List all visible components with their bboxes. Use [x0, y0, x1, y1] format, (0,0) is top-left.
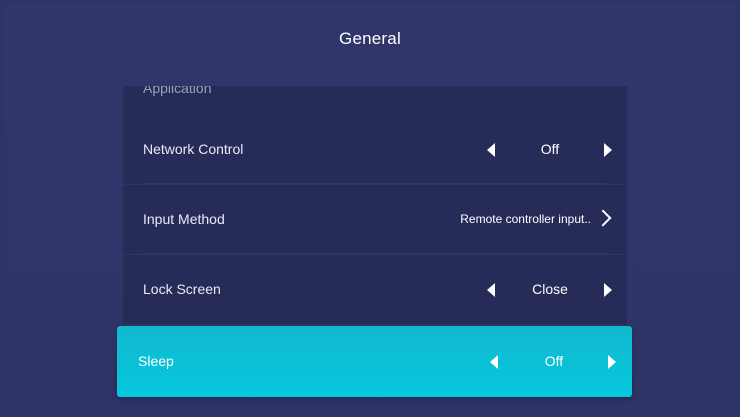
list-item-input-method[interactable]: Input Method Remote controller input.. — [123, 185, 627, 254]
list-item-lock-screen[interactable]: Lock Screen Close — [123, 255, 627, 324]
list-item-label: Sleep — [138, 353, 174, 369]
triangle-left-icon[interactable] — [487, 143, 495, 157]
triangle-left-icon[interactable] — [490, 355, 498, 369]
list-item-label: Application — [143, 86, 212, 96]
triangle-right-icon[interactable] — [608, 355, 616, 369]
list-item-label: Input Method — [143, 211, 225, 227]
input-method-value: Remote controller input.. — [460, 212, 591, 226]
page-title: General — [339, 29, 401, 48]
network-control-value: Off — [540, 141, 560, 157]
lock-screen-value: Close — [532, 281, 568, 297]
list-item-network-control[interactable]: Network Control Off — [123, 115, 627, 184]
divider — [143, 253, 607, 254]
chevron-right-icon[interactable] — [594, 209, 612, 227]
list-item-label: Lock Screen — [143, 281, 221, 297]
divider — [143, 183, 607, 184]
triangle-right-icon[interactable] — [604, 283, 612, 297]
triangle-left-icon[interactable] — [487, 283, 495, 297]
list-item-label: Network Control — [143, 141, 244, 157]
triangle-right-icon[interactable] — [604, 143, 612, 157]
sleep-value: Off — [544, 353, 564, 369]
list-item-sleep-focused[interactable]: Sleep Off — [117, 326, 632, 397]
list-item-partial[interactable]: Application — [123, 86, 627, 115]
settings-list: Application Network Control Off Input Me… — [123, 86, 627, 326]
